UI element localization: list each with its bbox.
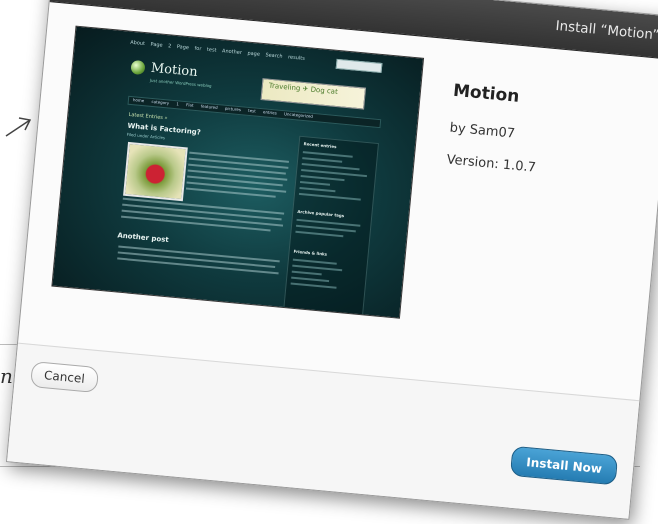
preview-banner: Traveling ✈ Dog cat	[260, 78, 367, 110]
preview-text-line	[189, 151, 289, 163]
preview-sidebar-line	[292, 264, 343, 272]
preview-logo-text: Motion	[150, 60, 199, 80]
preview-tagline: Just another WordPress weblog	[149, 77, 212, 89]
theme-preview-screenshot: About Page 2 Page for test Another page …	[51, 25, 425, 319]
cancel-button[interactable]: Cancel	[30, 361, 99, 394]
preview-sidebar-line	[292, 258, 337, 265]
preview-sidebar-line	[302, 157, 343, 163]
preview-logo-icon	[130, 59, 146, 76]
preview-sidebar-line	[302, 151, 353, 158]
preview-top-nav: About Page 2 Page for test Another page …	[129, 39, 306, 62]
preview-sidebar-heading: Friends & links	[293, 248, 328, 257]
preview-search-box	[335, 58, 383, 74]
preview-sidebar-line	[291, 270, 322, 276]
dialog-footer: Cancel Install Now	[7, 342, 640, 519]
preview-sidebar-line	[299, 180, 331, 186]
theme-author: by Sam07	[449, 120, 516, 142]
install-theme-dialog: × Install “Motion” About Page 2 Page for…	[5, 0, 658, 520]
preview-sidebar-heading: Recent entries	[303, 141, 337, 150]
preview-sidebar-heading: Archive popular tags	[297, 208, 345, 219]
preview-sidebar-line	[291, 276, 330, 283]
preview-sidebar-line	[295, 230, 344, 238]
preview-sidebar-line	[290, 282, 337, 289]
install-now-button[interactable]: Install Now	[510, 445, 619, 486]
preview-sidebar: Recent entries Archive popular tags Frie…	[283, 135, 380, 317]
arrow-icon	[5, 117, 32, 137]
theme-version: Version: 1.0.7	[446, 152, 537, 176]
dialog-title: Install “Motion”	[554, 17, 658, 44]
preview-sidebar-line	[298, 192, 361, 201]
preview-sidebar-line	[300, 175, 345, 182]
preview-post2-title: Another post	[117, 231, 170, 245]
preview-latest-entries: Latest Entries »	[128, 111, 168, 122]
theme-name: Motion	[452, 80, 521, 107]
preview-post-meta: Filed under Articles	[126, 131, 166, 141]
preview-post-image	[123, 141, 188, 202]
preview-sidebar-line	[299, 186, 336, 193]
